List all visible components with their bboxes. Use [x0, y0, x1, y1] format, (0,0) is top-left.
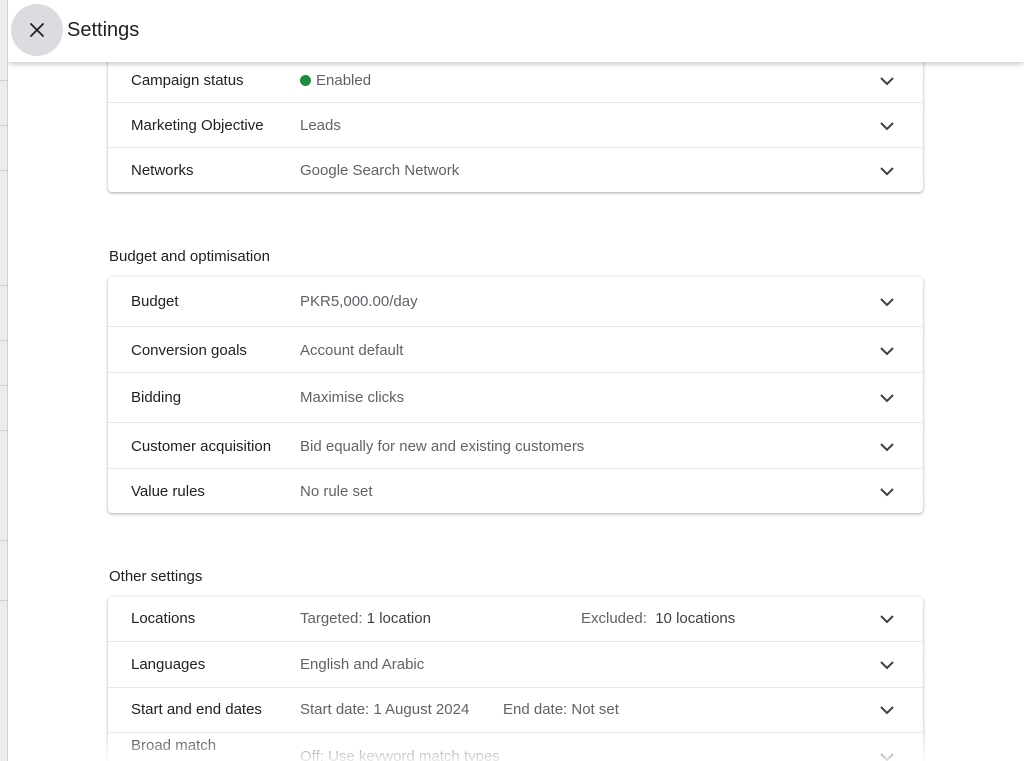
setting-label: Networks [131, 162, 194, 179]
budget-card: Budget PKR5,000.00/day Conversion goals … [108, 277, 923, 513]
setting-label: Customer acquisition [131, 438, 272, 455]
excluded-value: 10 locations [655, 610, 736, 627]
end-date: End date: Not set [503, 701, 619, 718]
setting-row-networks[interactable]: Networks Google Search Network [108, 147, 923, 192]
locations-targeted: Targeted: 1 location [300, 610, 431, 627]
setting-value: Maximise clicks [300, 389, 405, 406]
setting-label: Value rules [131, 483, 205, 500]
setting-label: Conversion goals [131, 342, 247, 359]
setting-row-marketing-objective[interactable]: Marketing Objective Leads [108, 102, 923, 147]
targeted-value: 1 location [366, 610, 431, 627]
setting-label: Marketing Objective [131, 117, 264, 134]
status-dot-icon [300, 75, 311, 86]
setting-row-value-rules[interactable]: Value rules No rule set [108, 468, 923, 513]
setting-row-conversion-goals[interactable]: Conversion goals Account default [108, 326, 923, 372]
backdrop-divider [0, 125, 8, 126]
setting-value: Enabled [300, 72, 371, 89]
chevron-down-icon[interactable] [878, 438, 896, 456]
backdrop-divider [0, 340, 8, 341]
start-date: Start date: 1 August 2024 [300, 701, 470, 718]
chevron-down-icon[interactable] [878, 342, 896, 360]
backdrop-divider [0, 285, 8, 286]
chevron-down-icon[interactable] [878, 117, 896, 135]
underlying-page [0, 0, 8, 761]
setting-value: English and Arabic [300, 656, 425, 673]
close-icon [30, 23, 44, 37]
section-title-budget: Budget and optimisation [109, 248, 270, 265]
setting-row-customer-acquisition[interactable]: Customer acquisition Bid equally for new… [108, 422, 923, 468]
setting-value: Leads [300, 117, 341, 134]
backdrop-divider [0, 385, 8, 386]
setting-row-broad-match[interactable]: Broad match Off: Use keyword match types [108, 732, 923, 761]
dialog-header: Settings [8, 0, 1024, 62]
setting-value: PKR5,000.00/day [300, 293, 418, 310]
excluded-prefix: Excluded: [581, 610, 652, 627]
backdrop-divider [0, 540, 8, 541]
setting-label: Locations [131, 610, 196, 627]
backdrop-divider [0, 80, 8, 81]
campaign-card: Campaign status Enabled Marketing Object… [108, 42, 923, 192]
setting-label: Campaign status [131, 72, 244, 89]
chevron-down-icon[interactable] [878, 483, 896, 501]
setting-label: Budget [131, 293, 179, 310]
setting-row-locations[interactable]: Locations Targeted: 1 location Excluded:… [108, 597, 923, 641]
chevron-down-icon[interactable] [878, 389, 896, 407]
backdrop-divider [0, 170, 8, 171]
setting-value: No rule set [300, 483, 373, 500]
setting-row-budget[interactable]: Budget PKR5,000.00/day [108, 277, 923, 326]
chevron-down-icon[interactable] [878, 701, 896, 719]
setting-label: Languages [131, 656, 206, 673]
chevron-down-icon[interactable] [878, 610, 896, 628]
setting-value: Bid equally for new and existing custome… [300, 438, 585, 455]
close-button[interactable] [11, 4, 63, 56]
setting-value: Google Search Network [300, 162, 460, 179]
chevron-down-icon[interactable] [878, 656, 896, 674]
chevron-down-icon[interactable] [878, 748, 896, 761]
status-text: Enabled [316, 72, 372, 89]
locations-excluded: Excluded: 10 locations [581, 610, 735, 627]
setting-label: Bidding [131, 389, 182, 406]
section-title-other: Other settings [109, 568, 203, 585]
chevron-down-icon[interactable] [878, 293, 896, 311]
targeted-prefix: Targeted: [300, 610, 363, 627]
setting-value: Account default [300, 342, 404, 359]
setting-value: Off: Use keyword match types [300, 748, 500, 761]
settings-dialog: Settings Campaign status Enabled Marketi… [8, 0, 1024, 761]
chevron-down-icon[interactable] [878, 72, 896, 90]
setting-label: Broad match [131, 737, 217, 754]
page-title: Settings [67, 19, 140, 41]
backdrop-divider [0, 430, 8, 431]
setting-label: Start and end dates [131, 701, 262, 718]
setting-row-dates[interactable]: Start and end dates Start date: 1 August… [108, 687, 923, 732]
chevron-down-icon[interactable] [878, 162, 896, 180]
setting-row-bidding[interactable]: Bidding Maximise clicks [108, 372, 923, 422]
backdrop-divider [0, 600, 8, 601]
other-settings-card: Locations Targeted: 1 location Excluded:… [108, 597, 923, 761]
setting-row-languages[interactable]: Languages English and Arabic [108, 641, 923, 687]
